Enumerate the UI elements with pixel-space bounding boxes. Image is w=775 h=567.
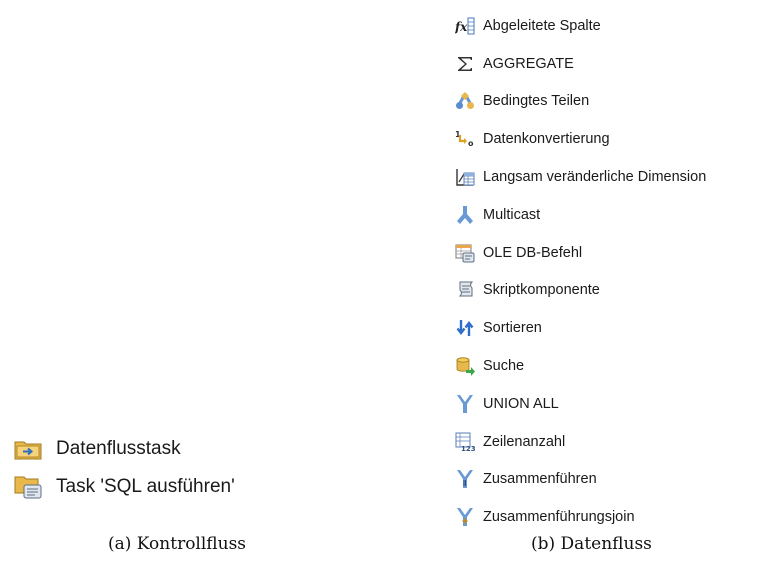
multicast-icon <box>455 205 475 225</box>
caption-data-flow: (b) Datenfluss <box>531 534 652 554</box>
row-count-icon: 123 <box>455 432 475 452</box>
sort-icon <box>455 318 475 338</box>
toolbox-item-label: Multicast <box>483 206 541 223</box>
lookup-icon <box>455 356 475 377</box>
merge-icon <box>455 469 475 489</box>
svg-text:123: 123 <box>461 445 475 452</box>
toolbox-item-label: UNION ALL <box>483 395 559 412</box>
execute-sql-task-icon <box>14 472 44 502</box>
svg-text:o: o <box>468 139 474 148</box>
toolbox-item-label: Suche <box>483 358 525 375</box>
union-all-icon <box>455 394 475 414</box>
toolbox-item-derived-column[interactable]: fx Abgeleitete Spalte <box>455 7 706 45</box>
merge-join-icon <box>455 507 475 527</box>
toolbox-item-label: Bedingtes Teilen <box>483 93 590 110</box>
toolbox-item-label: Datenkonvertierung <box>483 131 610 148</box>
toolbox-item-label: Task 'SQL ausführen' <box>56 476 235 497</box>
toolbox-item-aggregate[interactable]: AGGREGATE <box>455 45 706 83</box>
toolbox-item-label: Zusammenführen <box>483 471 597 488</box>
conditional-split-icon <box>455 91 475 111</box>
toolbox-item-label: Abgeleitete Spalte <box>483 17 601 34</box>
toolbox-item-data-flow-task[interactable]: Datenflusstask <box>14 430 235 468</box>
toolbox-item-data-conversion[interactable]: 1 o Datenkonvertierung <box>455 120 706 158</box>
toolbox-item-label: OLE DB-Befehl <box>483 244 583 261</box>
data-conversion-icon: 1 o <box>455 129 475 149</box>
toolbox-item-multicast[interactable]: Multicast <box>455 196 706 234</box>
toolbox-item-script-component[interactable]: Skriptkomponente <box>455 272 706 310</box>
data-flow-toolbox: fx Abgeleitete Spalte AGGREGATE Bedingte… <box>455 7 706 536</box>
svg-text:fx: fx <box>455 20 468 34</box>
toolbox-item-label: Sortieren <box>483 320 542 337</box>
toolbox-item-ole-db-command[interactable]: OLE DB-Befehl <box>455 234 706 272</box>
toolbox-item-sort[interactable]: Sortieren <box>455 309 706 347</box>
toolbox-item-label: Langsam veränderliche Dimension <box>483 169 707 186</box>
toolbox-item-execute-sql-task[interactable]: Task 'SQL ausführen' <box>14 468 235 506</box>
toolbox-item-label: Skriptkomponente <box>483 282 600 299</box>
toolbox-item-label: AGGREGATE <box>483 55 574 72</box>
ole-db-command-icon <box>455 243 475 263</box>
toolbox-item-label: Datenflusstask <box>56 438 181 459</box>
caption-control-flow: (a) Kontrollfluss <box>108 534 247 554</box>
slowly-changing-dimension-icon <box>455 167 475 187</box>
toolbox-item-merge[interactable]: Zusammenführen <box>455 461 706 499</box>
script-component-icon <box>455 280 475 300</box>
toolbox-item-label: Zusammenführungsjoin <box>483 509 635 526</box>
toolbox-item-lookup[interactable]: Suche <box>455 347 706 385</box>
toolbox-item-slowly-changing-dimension[interactable]: Langsam veränderliche Dimension <box>455 158 706 196</box>
toolbox-item-conditional-split[interactable]: Bedingtes Teilen <box>455 83 706 121</box>
toolbox-item-union-all[interactable]: UNION ALL <box>455 385 706 423</box>
control-flow-toolbox: Datenflusstask Task 'SQL ausführen' <box>14 430 235 506</box>
toolbox-item-label: Zeilenanzahl <box>483 433 566 450</box>
derived-column-icon: fx <box>455 16 475 36</box>
data-flow-task-icon <box>14 434 44 464</box>
toolbox-item-row-count[interactable]: 123 Zeilenanzahl <box>455 423 706 461</box>
toolbox-item-merge-join[interactable]: Zusammenführungsjoin <box>455 498 706 536</box>
sigma-icon <box>455 54 475 74</box>
